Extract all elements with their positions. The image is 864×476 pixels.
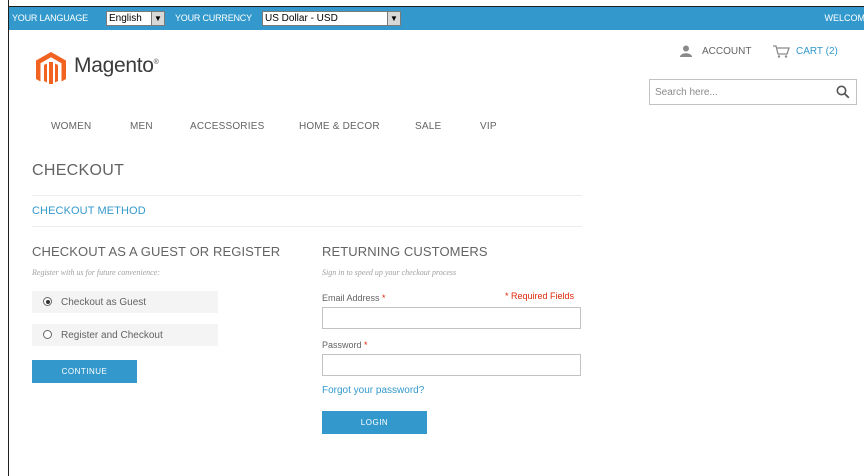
currency-value: US Dollar - USD	[265, 13, 338, 24]
language-value: English	[109, 13, 142, 24]
password-label: Password *	[322, 340, 368, 350]
language-label: YOUR LANGUAGE	[12, 13, 88, 23]
returning-hint: Sign in to speed up your checkout proces…	[322, 268, 457, 277]
currency-label: YOUR CURRENCY	[175, 13, 252, 23]
email-field[interactable]	[322, 307, 581, 329]
page-frame: YOUR LANGUAGE English ▼ YOUR CURRENCY US…	[8, 0, 864, 476]
login-button[interactable]: LOGIN	[322, 411, 427, 434]
checkout-as-guest-option[interactable]: Checkout as Guest	[32, 291, 218, 313]
password-field[interactable]	[322, 354, 581, 376]
cart-icon	[773, 45, 790, 58]
nav-item-vip[interactable]: VIP	[480, 121, 497, 132]
email-label: Email Address *	[322, 293, 386, 303]
user-icon	[680, 45, 692, 57]
register-and-checkout-option[interactable]: Register and Checkout	[32, 324, 218, 346]
chevron-down-icon[interactable]: ▼	[387, 12, 400, 25]
top-bar: YOUR LANGUAGE English ▼ YOUR CURRENCY US…	[9, 6, 864, 30]
radio-label: Register and Checkout	[61, 330, 163, 341]
forgot-password-link[interactable]: Forgot your password?	[322, 385, 424, 396]
nav-item-sale[interactable]: SALE	[415, 121, 441, 132]
guest-hint: Register with us for future convenience:	[32, 268, 160, 277]
currency-select[interactable]: US Dollar - USD ▼	[262, 11, 401, 26]
divider	[32, 226, 582, 227]
nav-item-home-decor[interactable]: HOME & DECOR	[299, 121, 380, 132]
radio-label: Checkout as Guest	[61, 297, 147, 308]
guest-section-title: CHECKOUT AS A GUEST OR REGISTER	[32, 244, 281, 259]
search-icon[interactable]	[836, 85, 850, 99]
page-title: CHECKOUT	[32, 162, 125, 179]
checkout-method-step[interactable]: CHECKOUT METHOD	[32, 205, 146, 217]
nav-item-men[interactable]: MEN	[130, 121, 153, 132]
search-input[interactable]: Search here...	[649, 79, 857, 105]
nav-item-women[interactable]: WOMEN	[51, 121, 91, 132]
divider	[32, 195, 582, 196]
account-link[interactable]: ACCOUNT	[702, 46, 751, 57]
continue-button[interactable]: CONTINUE	[32, 360, 137, 383]
language-select[interactable]: English ▼	[106, 11, 165, 26]
radio-register-and-checkout[interactable]	[43, 330, 52, 339]
returning-section-title: RETURNING CUSTOMERS	[322, 244, 488, 259]
magento-logo-icon	[36, 52, 66, 84]
cart-link[interactable]: CART (2)	[796, 46, 838, 57]
required-fields-note: * Required Fields	[505, 291, 575, 301]
logo-text: Magento®	[74, 54, 159, 77]
chevron-down-icon[interactable]: ▼	[151, 12, 164, 25]
radio-checkout-as-guest[interactable]	[43, 297, 52, 306]
search-placeholder: Search here...	[655, 87, 718, 98]
welcome-message: WELCOM	[824, 13, 864, 23]
nav-item-accessories[interactable]: ACCESSORIES	[190, 121, 264, 132]
